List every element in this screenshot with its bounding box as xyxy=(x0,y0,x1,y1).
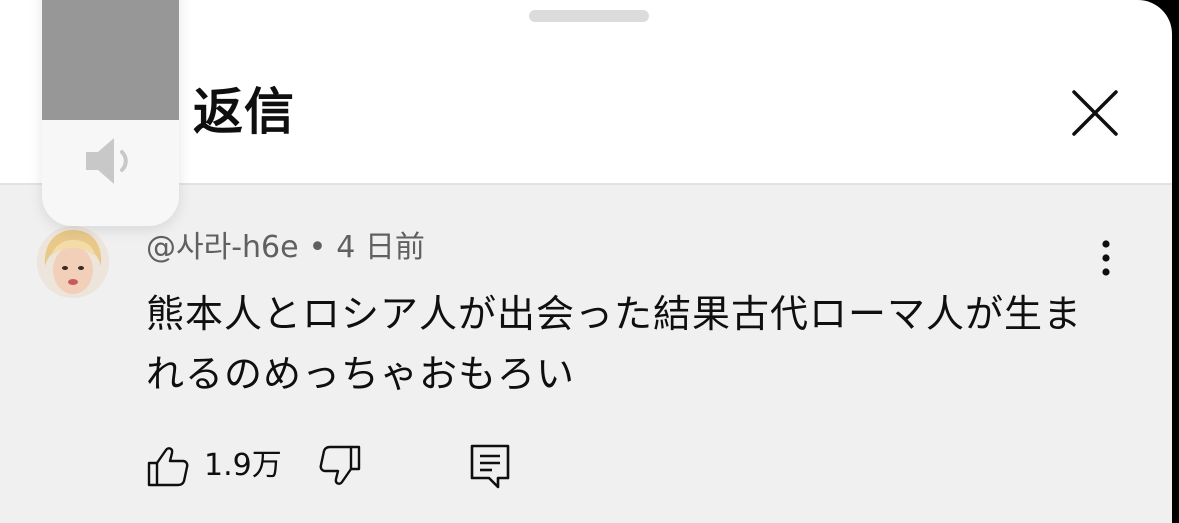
avatar[interactable] xyxy=(37,226,109,298)
thumbs-up-icon xyxy=(147,447,189,487)
avatar-image xyxy=(37,226,109,298)
drag-handle[interactable] xyxy=(529,10,649,22)
comment-text: 熊本人とロシア人が出会った結果古代ローマ人が生まれるのめっちゃおもろい xyxy=(146,292,1083,396)
reply-comment-icon xyxy=(470,444,510,489)
reply-button[interactable] xyxy=(468,442,512,490)
dislike-button[interactable] xyxy=(318,444,362,488)
replies-sheet: 返信 @사라-h6e • 4 日前 熊本人とロシア人が出会った結果古代ローマ人が生ま… xyxy=(0,0,1172,523)
speaker-icon xyxy=(86,138,128,184)
author-name[interactable]: @사라-h6e xyxy=(146,230,299,265)
thumbs-down-icon xyxy=(319,445,361,485)
like-button[interactable] xyxy=(146,444,190,488)
like-count: 1.9万 xyxy=(204,448,282,483)
meta-separator: • xyxy=(308,230,327,265)
close-button[interactable] xyxy=(1068,86,1122,140)
volume-level-fill xyxy=(42,0,179,120)
sheet-title: 返信 xyxy=(193,83,295,141)
volume-indicator[interactable] xyxy=(42,0,179,226)
comment-time: 4 日前 xyxy=(336,230,425,265)
more-vertical-icon xyxy=(1102,240,1110,276)
more-options-button[interactable] xyxy=(1092,238,1120,282)
comment-meta: @사라-h6e • 4 日前 xyxy=(146,228,425,268)
close-icon xyxy=(1072,90,1118,136)
